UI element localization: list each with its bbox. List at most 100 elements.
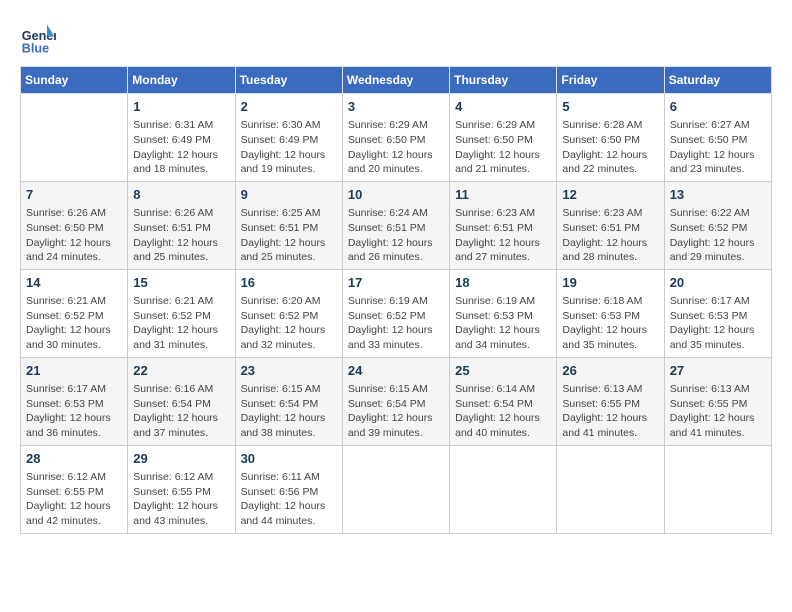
day-number: 11	[455, 186, 551, 204]
calendar-cell: 28 Sunrise: 6:12 AM Sunset: 6:55 PM Dayli…	[21, 445, 128, 533]
day-number: 23	[241, 362, 337, 380]
header-row: SundayMondayTuesdayWednesdayThursdayFrid…	[21, 67, 772, 94]
calendar-cell: 11 Sunrise: 6:23 AM Sunset: 6:51 PM Dayli…	[450, 181, 557, 269]
logo-icon: General Blue	[20, 20, 56, 56]
header-saturday: Saturday	[664, 67, 771, 94]
day-number: 9	[241, 186, 337, 204]
day-number: 12	[562, 186, 658, 204]
calendar-cell: 1 Sunrise: 6:31 AM Sunset: 6:49 PM Daylig…	[128, 94, 235, 182]
calendar-cell: 6 Sunrise: 6:27 AM Sunset: 6:50 PM Daylig…	[664, 94, 771, 182]
day-number: 14	[26, 274, 122, 292]
day-number: 24	[348, 362, 444, 380]
day-info: Sunrise: 6:15 AM Sunset: 6:54 PM Dayligh…	[348, 382, 444, 441]
day-number: 6	[670, 98, 766, 116]
calendar-cell: 23Sunrise: 6:15 AM Sunset: 6:54 PM Dayli…	[235, 357, 342, 445]
day-number: 19	[562, 274, 658, 292]
day-number: 1	[133, 98, 229, 116]
calendar-cell: 30 Sunrise: 6:11 AM Sunset: 6:56 PM Dayli…	[235, 445, 342, 533]
day-number: 3	[348, 98, 444, 116]
page-header: General Blue	[20, 20, 772, 56]
calendar-cell	[557, 445, 664, 533]
day-info: Sunrise: 6:28 AM Sunset: 6:50 PM Dayligh…	[562, 118, 658, 177]
day-number: 13	[670, 186, 766, 204]
calendar-cell: 19 Sunrise: 6:18 AM Sunset: 6:53 PM Dayli…	[557, 269, 664, 357]
calendar-cell	[21, 94, 128, 182]
day-info: Sunrise: 6:27 AM Sunset: 6:50 PM Dayligh…	[670, 118, 766, 177]
day-info: Sunrise: 6:14 AM Sunset: 6:54 PM Dayligh…	[455, 382, 551, 441]
day-number: 2	[241, 98, 337, 116]
day-info: Sunrise: 6:25 AM Sunset: 6:51 PM Dayligh…	[241, 206, 337, 265]
day-info: Sunrise: 6:31 AM Sunset: 6:49 PM Dayligh…	[133, 118, 229, 177]
day-info: Sunrise: 6:29 AM Sunset: 6:50 PM Dayligh…	[348, 118, 444, 177]
calendar-cell: 22 Sunrise: 6:16 AM Sunset: 6:54 PM Dayli…	[128, 357, 235, 445]
day-info: Sunrise: 6:13 AM Sunset: 6:55 PM Dayligh…	[670, 382, 766, 441]
calendar-cell: 8Sunrise: 6:26 AM Sunset: 6:51 PM Daylig…	[128, 181, 235, 269]
day-number: 25	[455, 362, 551, 380]
calendar-cell: 10 Sunrise: 6:24 AM Sunset: 6:51 PM Dayli…	[342, 181, 449, 269]
logo: General Blue	[20, 20, 60, 56]
week-row-3: 14 Sunrise: 6:21 AM Sunset: 6:52 PM Dayli…	[21, 269, 772, 357]
day-number: 4	[455, 98, 551, 116]
day-number: 29	[133, 450, 229, 468]
day-number: 8	[133, 186, 229, 204]
day-number: 10	[348, 186, 444, 204]
day-info: Sunrise: 6:18 AM Sunset: 6:53 PM Dayligh…	[562, 294, 658, 353]
day-info: Sunrise: 6:19 AM Sunset: 6:53 PM Dayligh…	[455, 294, 551, 353]
day-number: 17	[348, 274, 444, 292]
day-info: Sunrise: 6:17 AM Sunset: 6:53 PM Dayligh…	[670, 294, 766, 353]
day-info: Sunrise: 6:19 AM Sunset: 6:52 PM Dayligh…	[348, 294, 444, 353]
header-tuesday: Tuesday	[235, 67, 342, 94]
calendar-cell: 5Sunrise: 6:28 AM Sunset: 6:50 PM Daylig…	[557, 94, 664, 182]
header-wednesday: Wednesday	[342, 67, 449, 94]
day-info: Sunrise: 6:17 AM Sunset: 6:53 PM Dayligh…	[26, 382, 122, 441]
day-info: Sunrise: 6:23 AM Sunset: 6:51 PM Dayligh…	[455, 206, 551, 265]
calendar-cell: 3 Sunrise: 6:29 AM Sunset: 6:50 PM Daylig…	[342, 94, 449, 182]
day-number: 18	[455, 274, 551, 292]
day-info: Sunrise: 6:23 AM Sunset: 6:51 PM Dayligh…	[562, 206, 658, 265]
calendar-cell: 21 Sunrise: 6:17 AM Sunset: 6:53 PM Dayli…	[21, 357, 128, 445]
header-monday: Monday	[128, 67, 235, 94]
day-info: Sunrise: 6:11 AM Sunset: 6:56 PM Dayligh…	[241, 470, 337, 529]
day-number: 22	[133, 362, 229, 380]
day-number: 15	[133, 274, 229, 292]
calendar-cell: 25 Sunrise: 6:14 AM Sunset: 6:54 PM Dayli…	[450, 357, 557, 445]
calendar-cell: 13 Sunrise: 6:22 AM Sunset: 6:52 PM Dayli…	[664, 181, 771, 269]
day-number: 21	[26, 362, 122, 380]
day-info: Sunrise: 6:30 AM Sunset: 6:49 PM Dayligh…	[241, 118, 337, 177]
calendar-cell: 4 Sunrise: 6:29 AM Sunset: 6:50 PM Daylig…	[450, 94, 557, 182]
day-info: Sunrise: 6:29 AM Sunset: 6:50 PM Dayligh…	[455, 118, 551, 177]
calendar-body: 1 Sunrise: 6:31 AM Sunset: 6:49 PM Daylig…	[21, 94, 772, 534]
svg-text:Blue: Blue	[22, 41, 49, 55]
week-row-4: 21 Sunrise: 6:17 AM Sunset: 6:53 PM Dayli…	[21, 357, 772, 445]
header-thursday: Thursday	[450, 67, 557, 94]
header-sunday: Sunday	[21, 67, 128, 94]
day-info: Sunrise: 6:20 AM Sunset: 6:52 PM Dayligh…	[241, 294, 337, 353]
calendar-cell: 9 Sunrise: 6:25 AM Sunset: 6:51 PM Daylig…	[235, 181, 342, 269]
calendar-cell: 29 Sunrise: 6:12 AM Sunset: 6:55 PM Dayli…	[128, 445, 235, 533]
week-row-5: 28 Sunrise: 6:12 AM Sunset: 6:55 PM Dayli…	[21, 445, 772, 533]
day-info: Sunrise: 6:12 AM Sunset: 6:55 PM Dayligh…	[26, 470, 122, 529]
day-number: 30	[241, 450, 337, 468]
calendar-table: SundayMondayTuesdayWednesdayThursdayFrid…	[20, 66, 772, 534]
calendar-cell: 12 Sunrise: 6:23 AM Sunset: 6:51 PM Dayli…	[557, 181, 664, 269]
calendar-cell: 17 Sunrise: 6:19 AM Sunset: 6:52 PM Dayli…	[342, 269, 449, 357]
calendar-cell: 20Sunrise: 6:17 AM Sunset: 6:53 PM Dayli…	[664, 269, 771, 357]
day-info: Sunrise: 6:21 AM Sunset: 6:52 PM Dayligh…	[26, 294, 122, 353]
day-info: Sunrise: 6:16 AM Sunset: 6:54 PM Dayligh…	[133, 382, 229, 441]
calendar-cell: 2 Sunrise: 6:30 AM Sunset: 6:49 PM Daylig…	[235, 94, 342, 182]
header-friday: Friday	[557, 67, 664, 94]
calendar-header: SundayMondayTuesdayWednesdayThursdayFrid…	[21, 67, 772, 94]
day-number: 28	[26, 450, 122, 468]
calendar-cell: 15 Sunrise: 6:21 AM Sunset: 6:52 PM Dayli…	[128, 269, 235, 357]
day-number: 27	[670, 362, 766, 380]
day-info: Sunrise: 6:21 AM Sunset: 6:52 PM Dayligh…	[133, 294, 229, 353]
day-info: Sunrise: 6:12 AM Sunset: 6:55 PM Dayligh…	[133, 470, 229, 529]
calendar-cell: 26Sunrise: 6:13 AM Sunset: 6:55 PM Dayli…	[557, 357, 664, 445]
day-info: Sunrise: 6:24 AM Sunset: 6:51 PM Dayligh…	[348, 206, 444, 265]
day-info: Sunrise: 6:26 AM Sunset: 6:50 PM Dayligh…	[26, 206, 122, 265]
calendar-cell	[342, 445, 449, 533]
day-info: Sunrise: 6:22 AM Sunset: 6:52 PM Dayligh…	[670, 206, 766, 265]
calendar-cell: 18 Sunrise: 6:19 AM Sunset: 6:53 PM Dayli…	[450, 269, 557, 357]
calendar-cell: 14 Sunrise: 6:21 AM Sunset: 6:52 PM Dayli…	[21, 269, 128, 357]
day-number: 16	[241, 274, 337, 292]
